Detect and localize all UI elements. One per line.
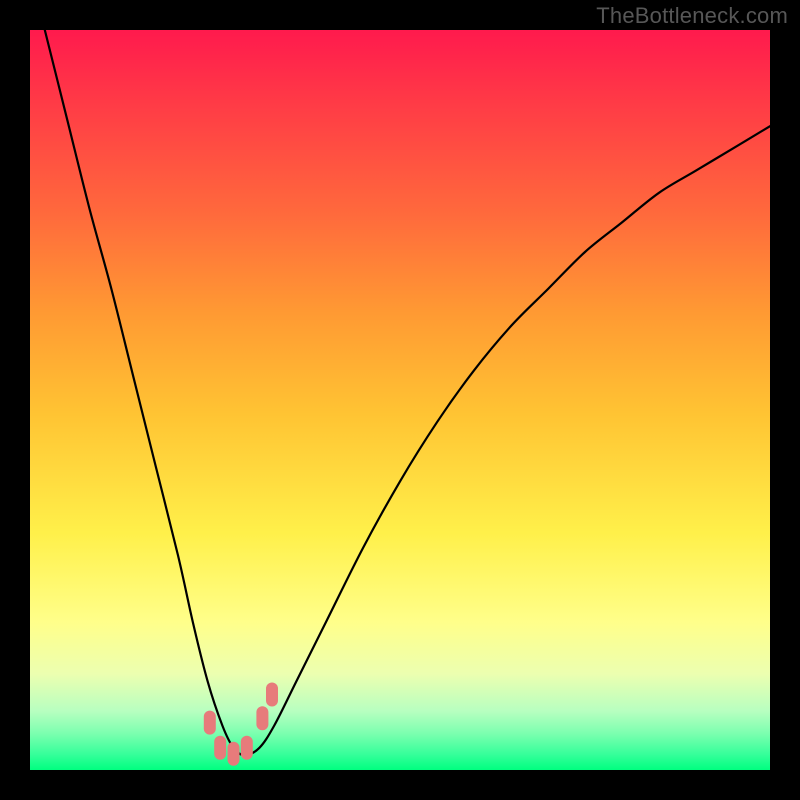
chart-plot-area [30, 30, 770, 770]
bottleneck-curve [30, 30, 770, 770]
curve-marker [214, 736, 226, 760]
curve-marker [266, 683, 278, 707]
curve-marker [228, 742, 240, 766]
curve-marker [204, 711, 216, 735]
curve-marker [256, 706, 268, 730]
curve-marker [241, 736, 253, 760]
watermark-text: TheBottleneck.com [596, 3, 788, 29]
